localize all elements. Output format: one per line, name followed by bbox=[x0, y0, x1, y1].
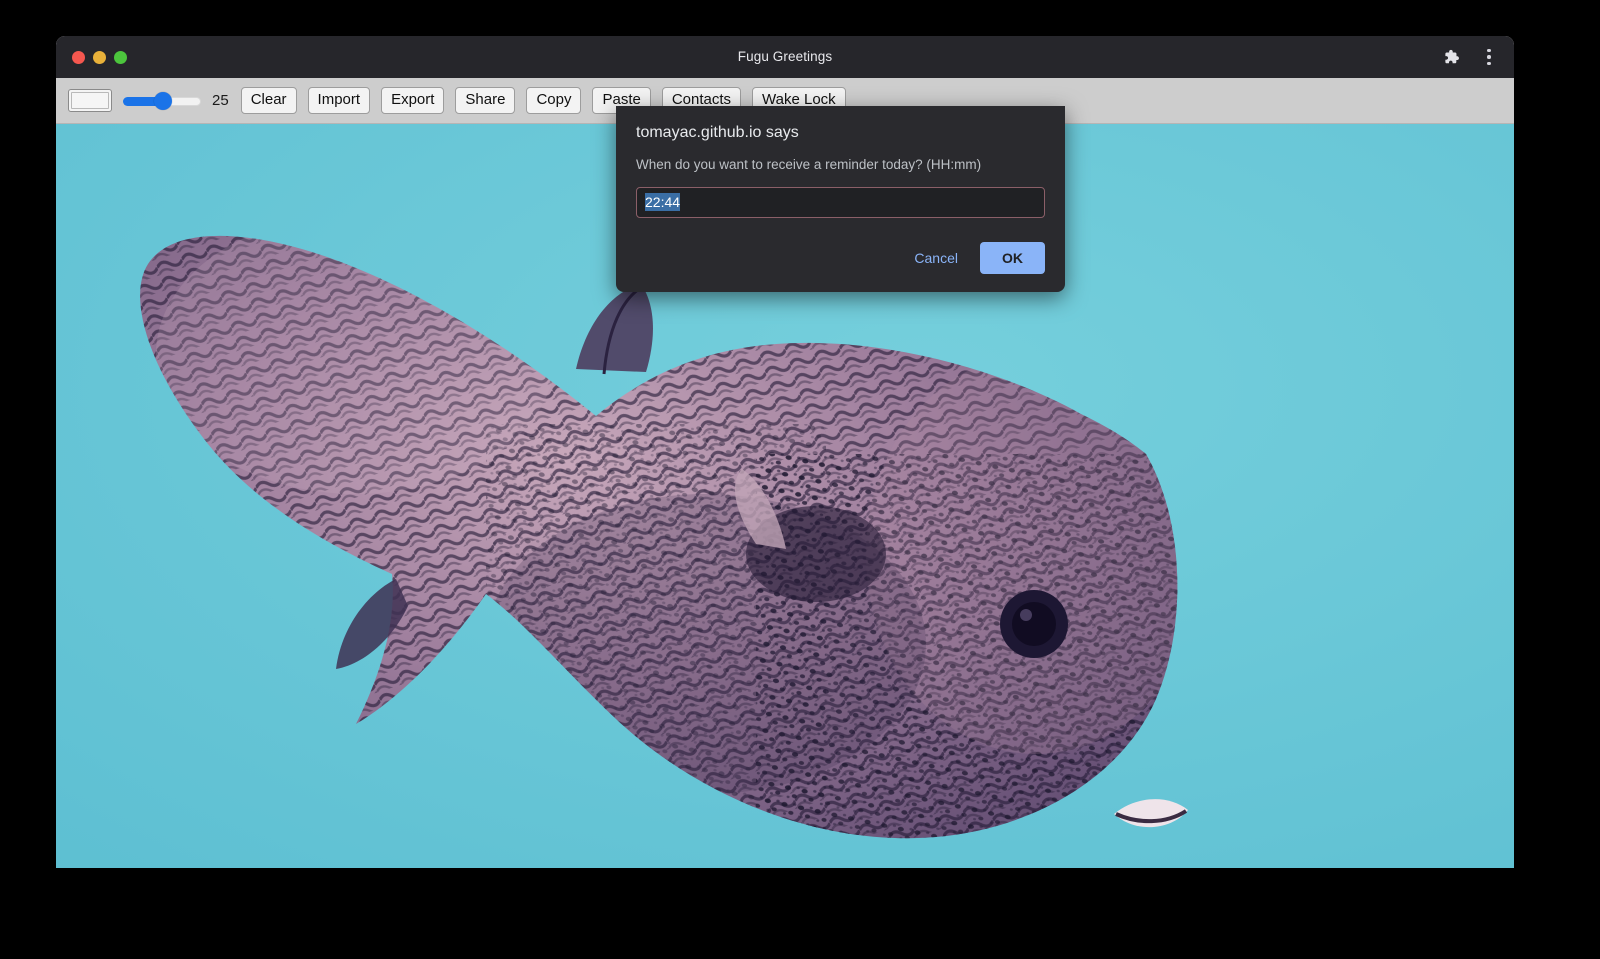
dialog-actions: Cancel OK bbox=[636, 242, 1045, 274]
input-value-selected: 22:44 bbox=[645, 193, 680, 211]
traffic-lights bbox=[72, 36, 127, 78]
fugu-eye bbox=[1000, 590, 1068, 658]
title-bar: Fugu Greetings bbox=[56, 36, 1514, 78]
export-button[interactable]: Export bbox=[381, 87, 444, 115]
javascript-prompt-dialog: tomayac.github.io says When do you want … bbox=[616, 106, 1065, 292]
reminder-time-input[interactable]: 22:44 bbox=[636, 187, 1045, 218]
clear-button[interactable]: Clear bbox=[241, 87, 297, 115]
extensions-icon[interactable] bbox=[1440, 46, 1462, 68]
dialog-origin-title: tomayac.github.io says bbox=[636, 124, 1045, 142]
ok-button[interactable]: OK bbox=[980, 242, 1045, 274]
three-dots bbox=[1487, 49, 1491, 66]
browser-window: Fugu Greetings 25 Clear bbox=[56, 36, 1514, 868]
more-menu-icon[interactable] bbox=[1478, 46, 1500, 68]
line-width-slider[interactable] bbox=[123, 91, 201, 111]
dialog-message: When do you want to receive a reminder t… bbox=[636, 156, 1045, 174]
line-width-value: 25 bbox=[212, 92, 229, 109]
cancel-button[interactable]: Cancel bbox=[900, 242, 972, 274]
share-button[interactable]: Share bbox=[455, 87, 515, 115]
screen: Fugu Greetings 25 Clear bbox=[0, 0, 1600, 959]
import-button[interactable]: Import bbox=[308, 87, 371, 115]
slider-thumb[interactable] bbox=[154, 92, 172, 110]
title-bar-actions bbox=[1440, 36, 1500, 78]
copy-button[interactable]: Copy bbox=[526, 87, 581, 115]
close-window-button[interactable] bbox=[72, 51, 85, 64]
window-title: Fugu Greetings bbox=[56, 36, 1514, 78]
color-swatch-fill bbox=[71, 92, 109, 109]
minimize-window-button[interactable] bbox=[93, 51, 106, 64]
maximize-window-button[interactable] bbox=[114, 51, 127, 64]
color-picker-input[interactable] bbox=[68, 89, 112, 112]
